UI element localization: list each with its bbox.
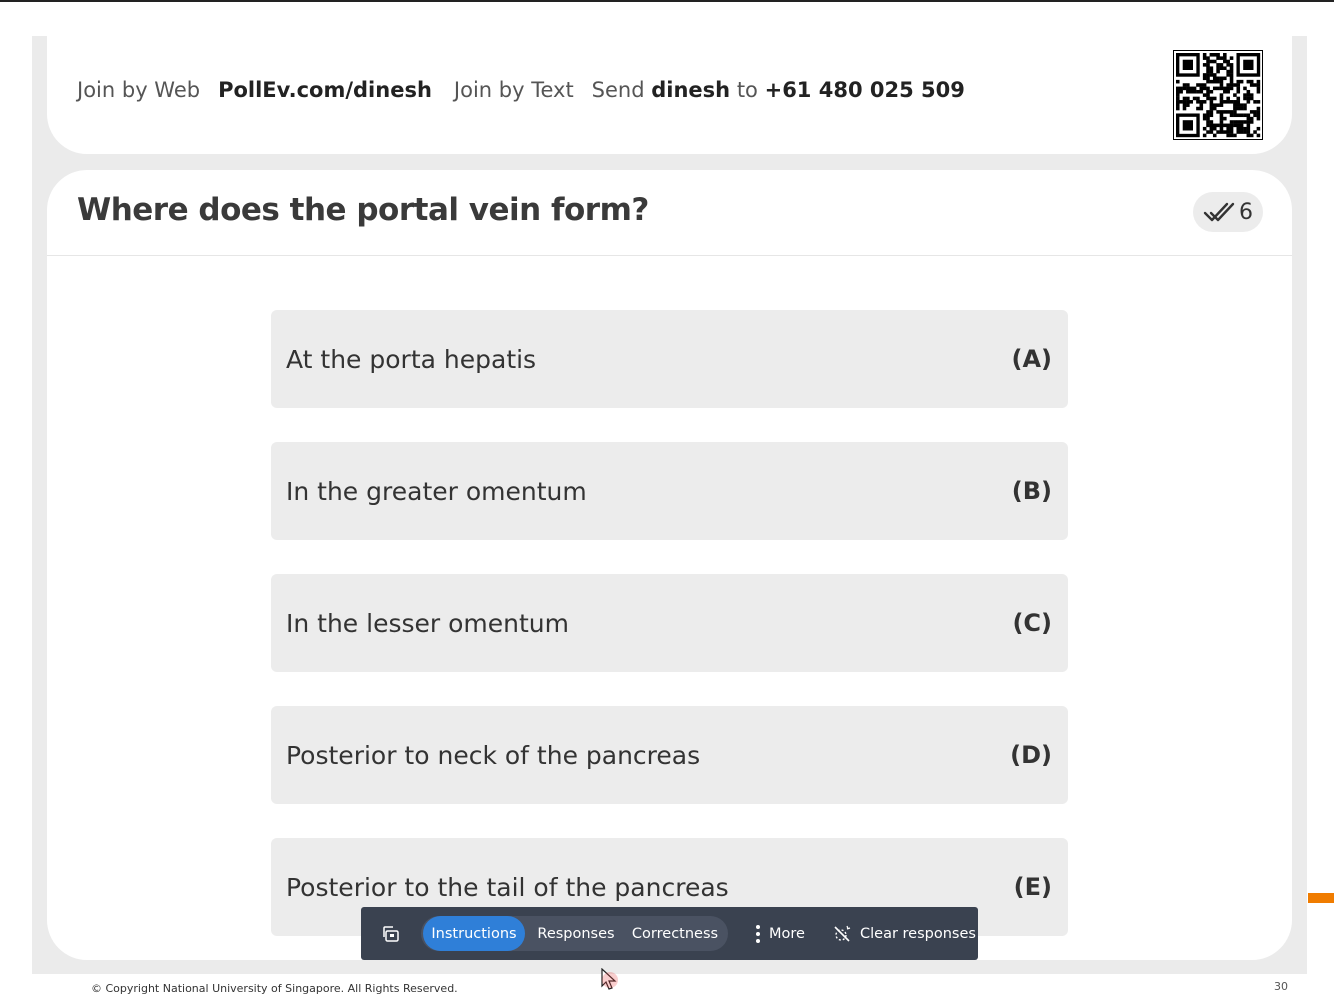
more-vertical-icon	[756, 924, 760, 943]
orange-accent-bar	[1308, 893, 1334, 903]
tab-instructions[interactable]: Instructions	[423, 916, 525, 951]
option-label: Posterior to the tail of the pancreas	[286, 872, 729, 902]
option-letter: (B)	[1011, 477, 1052, 505]
present-icon[interactable]	[381, 924, 401, 944]
top-border	[0, 0, 1334, 2]
option-label: In the lesser omentum	[286, 608, 569, 638]
title-divider	[47, 255, 1292, 256]
clear-responses-button[interactable]: Clear responses	[832, 916, 976, 951]
option-a: At the porta hepatis (A)	[271, 310, 1068, 408]
join-keyword: dinesh	[651, 78, 731, 102]
response-count: 6	[1239, 199, 1253, 225]
option-letter: (D)	[1010, 741, 1052, 769]
option-label: Posterior to neck of the pancreas	[286, 740, 701, 770]
join-web-url[interactable]: PollEv.com/dinesh	[218, 78, 432, 102]
copyright-footer: © Copyright National University of Singa…	[91, 982, 458, 995]
option-c: In the lesser omentum (C)	[271, 574, 1068, 672]
qr-code-icon	[1173, 50, 1263, 140]
checkmarks-icon	[1203, 202, 1235, 222]
join-text-prefix: Join by Text	[453, 78, 574, 102]
option-label: At the porta hepatis	[286, 344, 537, 374]
question-title: Where does the portal vein form?	[77, 192, 649, 228]
view-mode-segmented: Instructions Responses Correctness	[421, 916, 728, 951]
join-to-word: to	[736, 78, 758, 102]
option-letter: (A)	[1011, 345, 1052, 373]
option-d: Posterior to neck of the pancreas (D)	[271, 706, 1068, 804]
question-card: Where does the portal vein form? 6 At th…	[47, 170, 1292, 960]
option-letter: (E)	[1013, 873, 1052, 901]
join-send-word: Send	[591, 78, 645, 102]
join-phone: +61 480 025 509	[764, 78, 965, 102]
mouse-cursor-icon	[601, 968, 618, 990]
clear-label: Clear responses	[860, 925, 976, 942]
option-b: In the greater omentum (B)	[271, 442, 1068, 540]
more-button[interactable]: More	[755, 916, 805, 951]
option-label: In the greater omentum	[286, 476, 587, 506]
presenter-toolbar: Instructions Responses Correctness More …	[361, 907, 978, 960]
option-letter: (C)	[1012, 609, 1052, 637]
tab-correctness[interactable]: Correctness	[625, 916, 725, 951]
page-number: 30	[1274, 980, 1288, 993]
more-label: More	[769, 925, 805, 942]
tab-responses[interactable]: Responses	[529, 916, 623, 951]
join-card: Join by Web PollEv.com/dinesh Join by Text…	[47, 20, 1292, 154]
response-count-badge: 6	[1193, 192, 1263, 232]
join-instructions: Join by Web PollEv.com/dinesh Join by Text…	[77, 78, 965, 102]
clear-icon	[834, 925, 851, 942]
join-web-prefix: Join by Web	[77, 78, 201, 102]
